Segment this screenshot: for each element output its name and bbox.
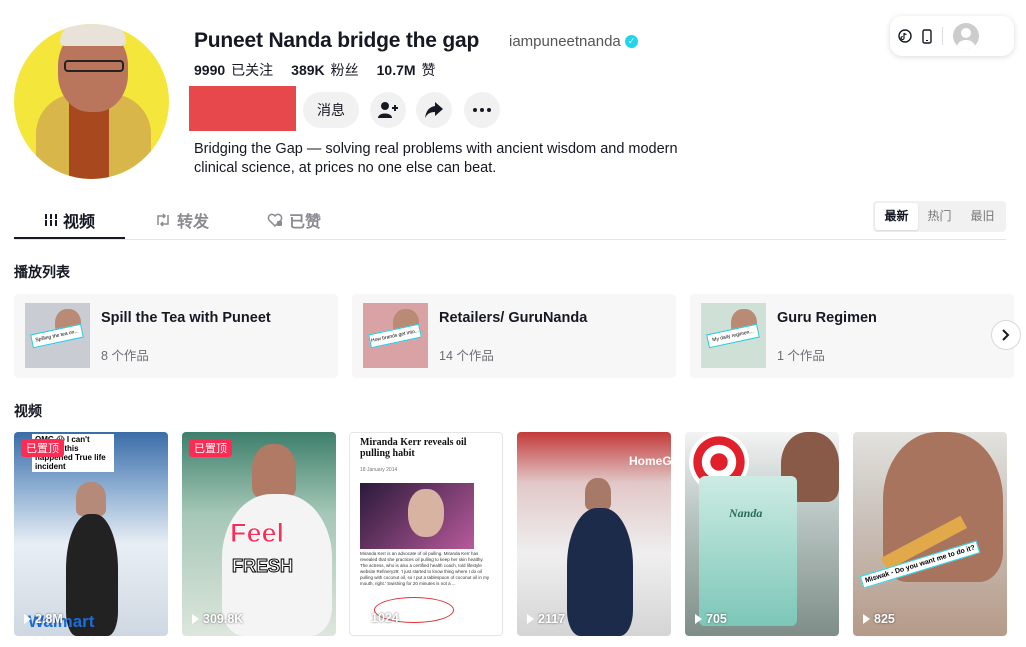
view-count: 2.8M: [24, 612, 63, 626]
playlist-count: 1 个作品: [777, 349, 825, 363]
profile-bio: Bridging the Gap — solving real problems…: [194, 140, 714, 178]
profile-tabs: 视频 转发 已赞: [14, 200, 1006, 240]
avatar-shirt: [69, 102, 109, 179]
sort-toggle: 最新 热门 最旧: [873, 201, 1006, 232]
tab-videos[interactable]: 视频: [45, 200, 95, 239]
view-count: 309.8K: [192, 612, 243, 626]
video-card[interactable]: HomeG 2117: [517, 432, 671, 636]
grid-icon: [45, 213, 57, 226]
more-button[interactable]: [464, 92, 500, 128]
playlist-card[interactable]: How brands get into... Retailers/ GuruNa…: [352, 294, 676, 378]
video-card[interactable]: Miswak - Do you want me to do it? 825: [853, 432, 1007, 636]
repost-icon: [157, 212, 169, 227]
video-overlay-feel: Feel: [229, 518, 285, 549]
article-photo: [360, 483, 474, 549]
video-card[interactable]: Nanda 705: [685, 432, 839, 636]
toolbar-divider: [942, 27, 943, 45]
view-count: 705: [695, 612, 727, 626]
playlist-thumbnail: My daily regimen...: [701, 303, 766, 368]
add-person-icon: [378, 102, 398, 118]
tab-liked[interactable]: 已赞: [267, 200, 321, 239]
sort-oldest[interactable]: 最旧: [961, 203, 1004, 230]
play-icon: [192, 614, 199, 624]
tiktok-logo-icon[interactable]: [898, 29, 912, 43]
share-arrow-icon: [425, 102, 443, 118]
sort-latest[interactable]: 最新: [875, 203, 918, 230]
user-avatar-icon[interactable]: [953, 23, 979, 49]
add-friend-button[interactable]: [370, 92, 406, 128]
heart-lock-icon: [267, 213, 283, 227]
videos-heading: 视频: [14, 403, 42, 419]
playlist-thumbnail: How brands get into...: [363, 303, 428, 368]
video-person-head: [76, 482, 106, 516]
store-sign: HomeG: [629, 454, 671, 468]
verified-icon: ✓: [625, 35, 638, 48]
avatar-hair: [60, 24, 126, 46]
tab-label: 视频: [63, 213, 96, 231]
bio-line: clinical science, at prices no one else …: [194, 160, 497, 176]
sort-popular[interactable]: 热门: [918, 203, 961, 230]
play-icon: [24, 614, 31, 624]
active-tab-indicator: [14, 237, 125, 239]
stat-followers[interactable]: 389K 粉丝: [291, 60, 358, 80]
playlist-card[interactable]: Spilling the tea on... Spill the Tea wit…: [14, 294, 338, 378]
stat-following[interactable]: 9990 已关注: [194, 60, 273, 80]
tab-label: 转发: [177, 213, 210, 231]
video-card[interactable]: Miranda Kerr reveals oil pulling habit 1…: [349, 432, 503, 636]
video-person-body: [567, 508, 633, 636]
view-count: 825: [863, 612, 895, 626]
more-dots-icon: [473, 108, 491, 112]
playlist-count: 14 个作品: [439, 349, 494, 363]
top-right-toolbar: [890, 16, 1014, 56]
play-icon: [695, 614, 702, 624]
playlist-title: Spill the Tea with Puneet: [101, 310, 271, 326]
playlist-count: 8 个作品: [101, 349, 149, 363]
mobile-phone-icon[interactable]: [922, 28, 932, 44]
follow-button[interactable]: [189, 86, 296, 131]
play-icon: [360, 613, 367, 623]
playlist-title: Guru Regimen: [777, 310, 877, 326]
playlist-next-button[interactable]: [991, 320, 1021, 350]
tab-label: 已赞: [289, 213, 322, 231]
view-count: 1024: [360, 611, 399, 625]
avatar-glasses: [64, 60, 124, 72]
playlist-thumbnail: Spilling the tea on...: [25, 303, 90, 368]
chevron-right-icon: [1002, 329, 1010, 341]
pinned-badge: 已置顶: [189, 439, 232, 457]
playlists-heading: 播放列表: [14, 264, 70, 280]
message-button[interactable]: 消息: [303, 92, 359, 128]
share-button[interactable]: [416, 92, 452, 128]
product-brand: Nanda: [729, 506, 763, 520]
profile-stats: 9990 已关注 389K 粉丝 10.7M 赞: [194, 60, 436, 80]
playlist-card[interactable]: My daily regimen... Guru Regimen 1 个作品: [690, 294, 1014, 378]
play-icon: [863, 614, 870, 624]
video-overlay-fresh: FRESH: [231, 556, 294, 577]
video-card[interactable]: Feel FRESH 已置顶 309.8K: [182, 432, 336, 636]
video-person-head: [585, 478, 611, 510]
article-date: 18 January 2014: [360, 467, 398, 473]
play-icon: [527, 614, 534, 624]
video-person-head: [252, 444, 296, 498]
product-package: Nanda: [699, 476, 797, 626]
article-headline: Miranda Kerr reveals oil pulling habit: [360, 437, 467, 459]
pinned-badge: 已置顶: [21, 439, 64, 457]
profile-name: Puneet Nanda bridge the gap: [194, 29, 480, 52]
tab-reposts[interactable]: 转发: [155, 200, 209, 239]
stat-likes: 10.7M 赞: [376, 62, 436, 78]
bio-line: Bridging the Gap — solving real problems…: [194, 141, 678, 157]
video-card[interactable]: OMG 😱 I can't believe this happened True…: [14, 432, 168, 636]
profile-avatar[interactable]: [14, 24, 169, 179]
playlist-title: Retailers/ GuruNanda: [439, 310, 588, 326]
view-count: 2117: [527, 612, 565, 626]
profile-handle: iampuneetnanda: [509, 33, 621, 50]
photo-face: [408, 489, 444, 537]
